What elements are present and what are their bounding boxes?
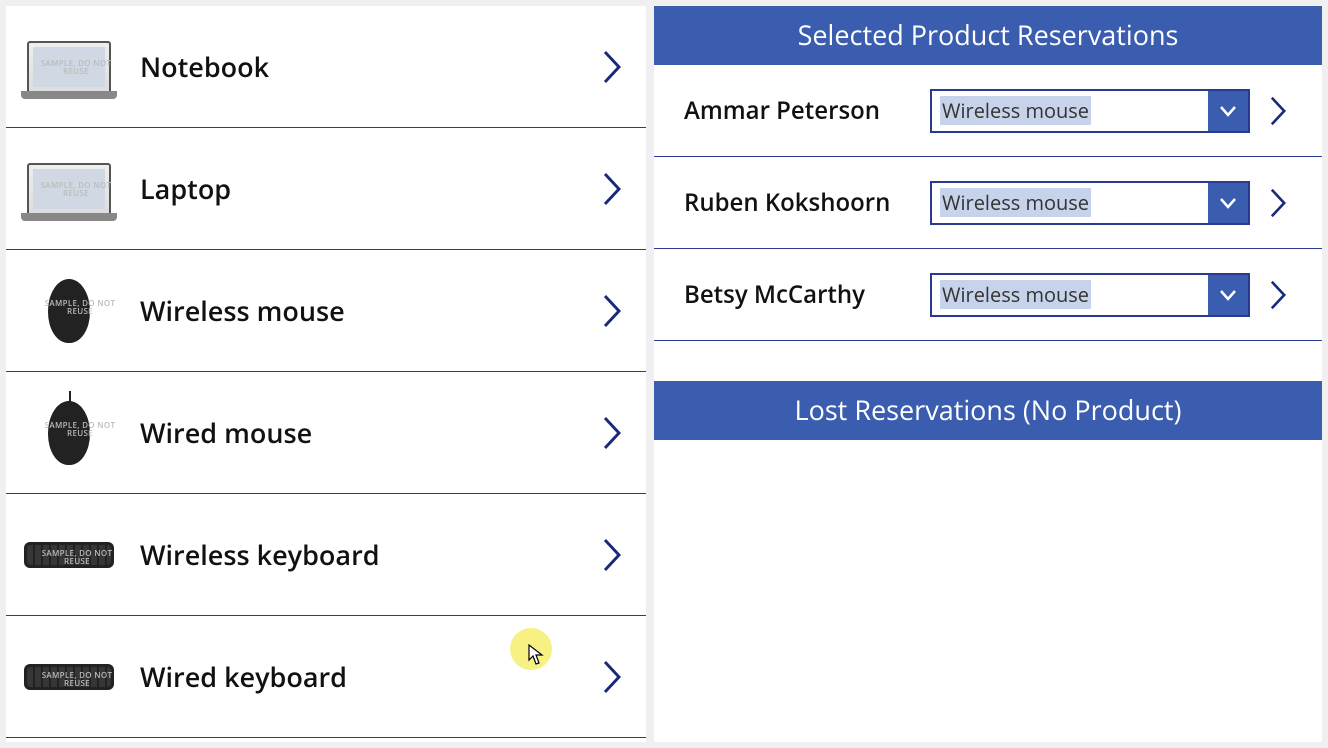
product-select[interactable]: Wireless mouse [930,89,1250,133]
chevron-right-icon [598,50,626,84]
reservation-row: Betsy McCarthy Wireless mouse [654,249,1322,341]
product-label: Laptop [118,170,598,207]
app-root: SAMPLE, DO NOT REUSE Notebook SAMPLE, DO… [0,0,1328,748]
product-thumb: SAMPLE, DO NOT REUSE [20,396,118,470]
reservation-open-button[interactable] [1258,188,1298,218]
product-label: Wired keyboard [118,658,598,695]
mouse-icon [48,279,90,343]
selected-reservations-header: Selected Product Reservations [654,6,1322,65]
product-row-wired-keyboard[interactable]: SAMPLE, DO NOT REUSE Wired keyboard [6,616,646,738]
product-label: Notebook [118,48,598,85]
product-thumb: SAMPLE, DO NOT REUSE [20,152,118,226]
product-label: Wireless mouse [118,292,598,329]
chevron-right-icon [598,538,626,572]
notebook-icon [27,41,111,93]
product-label: Wireless keyboard [118,536,598,573]
reservation-open-button[interactable] [1258,280,1298,310]
reservation-name: Ammar Peterson [684,94,930,127]
chevron-right-icon [598,294,626,328]
reservation-open-button[interactable] [1258,96,1298,126]
chevron-down-icon[interactable] [1208,275,1248,315]
product-row-wireless-keyboard[interactable]: SAMPLE, DO NOT REUSE Wireless keyboard [6,494,646,616]
chevron-right-icon [598,660,626,694]
product-list-panel[interactable]: SAMPLE, DO NOT REUSE Notebook SAMPLE, DO… [6,6,646,742]
chevron-right-icon [598,416,626,450]
product-select[interactable]: Wireless mouse [930,181,1250,225]
product-row-notebook[interactable]: SAMPLE, DO NOT REUSE Notebook [6,6,646,128]
product-row-laptop[interactable]: SAMPLE, DO NOT REUSE Laptop [6,128,646,250]
product-thumb: SAMPLE, DO NOT REUSE [20,30,118,104]
chevron-down-icon[interactable] [1208,183,1248,223]
reservation-row: Ammar Peterson Wireless mouse [654,65,1322,157]
reservation-name: Betsy McCarthy [684,278,930,311]
reservation-name: Ruben Kokshoorn [684,186,930,219]
product-select-value: Wireless mouse [932,183,1208,223]
reservation-row: Ruben Kokshoorn Wireless mouse [654,157,1322,249]
laptop-icon [27,163,111,215]
keyboard-icon [24,542,114,568]
product-thumb: SAMPLE, DO NOT REUSE [20,518,118,592]
chevron-right-icon [598,172,626,206]
product-select[interactable]: Wireless mouse [930,273,1250,317]
product-select-value: Wireless mouse [932,91,1208,131]
keyboard-icon [24,664,114,690]
reservations-panel: Selected Product Reservations Ammar Pete… [654,6,1322,742]
chevron-down-icon[interactable] [1208,91,1248,131]
spacer [654,341,1322,381]
product-thumb: SAMPLE, DO NOT REUSE [20,274,118,348]
product-select-value: Wireless mouse [932,275,1208,315]
product-row-wired-mouse[interactable]: SAMPLE, DO NOT REUSE Wired mouse [6,372,646,494]
product-row-wireless-mouse[interactable]: SAMPLE, DO NOT REUSE Wireless mouse [6,250,646,372]
product-thumb: SAMPLE, DO NOT REUSE [20,640,118,714]
lost-reservations-header: Lost Reservations (No Product) [654,381,1322,440]
product-label: Wired mouse [118,414,598,451]
mouse-icon [48,401,90,465]
